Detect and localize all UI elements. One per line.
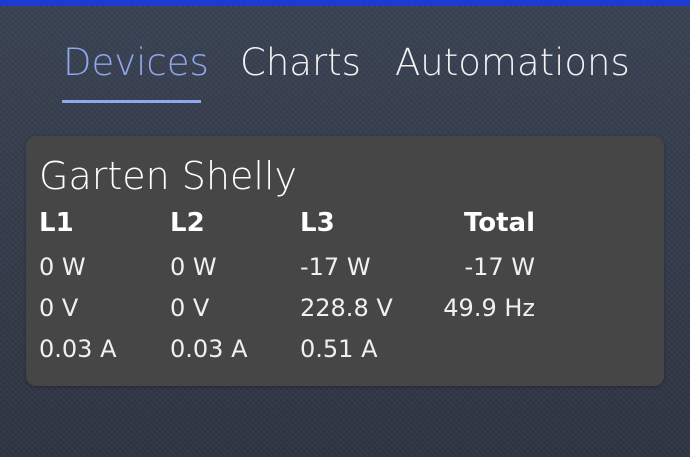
l3-voltage: 228.8 V: [300, 294, 393, 322]
active-tab-indicator: [62, 100, 201, 103]
top-accent-bar: [0, 0, 690, 6]
total-power: -17 W: [464, 253, 535, 281]
column-header-l1: L1: [39, 208, 74, 238]
device-name: Garten Shelly: [39, 154, 297, 198]
l1-voltage: 0 V: [39, 294, 79, 322]
frequency: 49.9 Hz: [443, 294, 535, 322]
l2-power: 0 W: [170, 253, 217, 281]
column-header-l2: L2: [170, 208, 205, 238]
device-card[interactable]: Garten Shelly L1 L2 L3 Total 0 W 0 W -17…: [26, 136, 664, 386]
l1-current: 0.03 A: [39, 335, 117, 363]
l3-current: 0.51 A: [300, 335, 378, 363]
tab-charts[interactable]: Charts: [240, 40, 361, 86]
column-header-total: Total: [463, 208, 535, 238]
tab-automations[interactable]: Automations: [395, 40, 630, 86]
tab-bar: Devices Charts Automations: [0, 30, 690, 110]
tab-devices[interactable]: Devices: [63, 40, 209, 86]
l2-current: 0.03 A: [170, 335, 248, 363]
l3-power: -17 W: [300, 253, 371, 281]
column-header-l3: L3: [300, 208, 335, 238]
l2-voltage: 0 V: [170, 294, 210, 322]
l1-power: 0 W: [39, 253, 86, 281]
